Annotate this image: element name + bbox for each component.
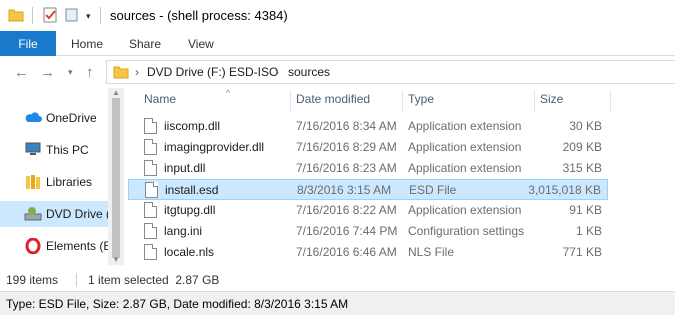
computer-icon	[24, 142, 42, 159]
back-arrow-icon[interactable]: ←	[14, 64, 29, 81]
file-row[interactable]: imagingprovider.dll 7/16/2016 8:29 AM Ap…	[128, 137, 608, 158]
breadcrumb-dvd-drive[interactable]: DVD Drive (F:) ESD-ISO	[147, 65, 278, 79]
up-arrow-icon[interactable]: ↑	[86, 64, 94, 81]
column-header-date[interactable]: Date modified	[296, 92, 370, 114]
toolbar-divider	[100, 7, 101, 24]
status-divider	[76, 273, 77, 287]
selection-info: 1 item selected 2.87 GB	[88, 273, 220, 287]
file-row[interactable]: lang.ini 7/16/2016 7:44 PM Configuration…	[128, 221, 608, 242]
nav-item-this-pc[interactable]: This PC	[0, 137, 108, 163]
properties-icon[interactable]	[42, 7, 58, 26]
file-icon	[144, 244, 157, 260]
window-title: sources - (shell process: 4384)	[110, 8, 288, 23]
file-icon	[145, 182, 158, 198]
settings-file-icon	[144, 223, 157, 239]
column-header-type[interactable]: Type	[408, 92, 434, 114]
scroll-up-icon[interactable]: ▲	[112, 88, 120, 97]
breadcrumb-chevron-icon[interactable]: ›	[135, 65, 139, 79]
tab-view[interactable]: View	[188, 31, 214, 56]
tab-share[interactable]: Share	[129, 31, 161, 56]
navigation-pane-scrollbar[interactable]: ▲ ▼	[108, 88, 124, 265]
details-info-bar: Type: ESD File, Size: 2.87 GB, Date modi…	[0, 291, 675, 315]
libraries-icon	[24, 174, 42, 193]
column-header-size[interactable]: Size	[540, 92, 563, 114]
opera-icon	[24, 237, 42, 257]
breadcrumb-chevron-icon[interactable]: ›	[275, 65, 279, 79]
file-row[interactable]: iiscomp.dll 7/16/2016 8:34 AM Applicatio…	[128, 116, 608, 137]
sort-ascending-icon: ^	[226, 88, 231, 98]
file-row[interactable]: itgtupg.dll 7/16/2016 8:22 AM Applicatio…	[128, 200, 608, 221]
customize-toolbar-icon[interactable]: ▾	[86, 11, 91, 22]
address-bar[interactable]: › DVD Drive (F:) ESD-ISO › sources	[106, 60, 675, 84]
file-list: ^ Name Date modified Type Size iiscomp.d…	[126, 88, 675, 265]
file-icon	[144, 118, 157, 134]
column-divider[interactable]	[610, 90, 611, 112]
tab-home[interactable]: Home	[71, 31, 103, 56]
nav-item-dvd-drive[interactable]: DVD Drive (F:)	[0, 201, 108, 227]
folder-icon	[113, 64, 129, 83]
file-row-selected[interactable]: install.esd 8/3/2016 3:15 AM ESD File 3,…	[128, 179, 608, 200]
recent-locations-chevron-icon[interactable]: ▾	[68, 67, 73, 78]
file-icon	[144, 139, 157, 155]
column-divider[interactable]	[534, 90, 535, 112]
scroll-down-icon[interactable]: ▼	[112, 255, 120, 264]
file-icon	[144, 202, 157, 218]
title-bar: ▾ sources - (shell process: 4384)	[0, 0, 675, 31]
column-header-name[interactable]: ^ Name	[144, 88, 230, 114]
file-details-text: Type: ESD File, Size: 2.87 GB, Date modi…	[6, 297, 349, 311]
nav-item-elements[interactable]: Elements (E:)	[0, 233, 108, 259]
nav-item-onedrive[interactable]: OneDrive	[0, 105, 108, 131]
tab-file[interactable]: File	[0, 31, 56, 56]
cloud-icon	[24, 110, 42, 127]
dvd-drive-icon	[24, 206, 42, 225]
folder-icon	[8, 7, 24, 26]
file-icon	[144, 160, 157, 176]
column-divider[interactable]	[402, 90, 403, 112]
breadcrumb-sources[interactable]: sources	[288, 65, 330, 79]
file-row[interactable]: locale.nls 7/16/2016 6:46 AM NLS File 77…	[128, 242, 608, 263]
new-folder-icon[interactable]	[64, 7, 80, 26]
column-divider[interactable]	[290, 90, 291, 112]
scrollbar-thumb[interactable]	[112, 98, 120, 258]
status-bar: 199 items 1 item selected 2.87 GB	[0, 265, 675, 291]
item-count: 199 items	[6, 273, 59, 287]
nav-item-libraries[interactable]: Libraries	[0, 169, 108, 195]
file-row[interactable]: input.dll 7/16/2016 8:23 AM Application …	[128, 158, 608, 179]
toolbar-divider	[32, 7, 33, 24]
navigation-bar: ← → ▾ ↑ › DVD Drive (F:) ESD-ISO › sourc…	[0, 56, 675, 88]
navigation-pane: OneDrive This PC Libraries DVD Drive (F:…	[0, 88, 124, 265]
forward-arrow-icon[interactable]: →	[40, 64, 55, 81]
ribbon-tabs: File Home Share View	[0, 31, 675, 56]
